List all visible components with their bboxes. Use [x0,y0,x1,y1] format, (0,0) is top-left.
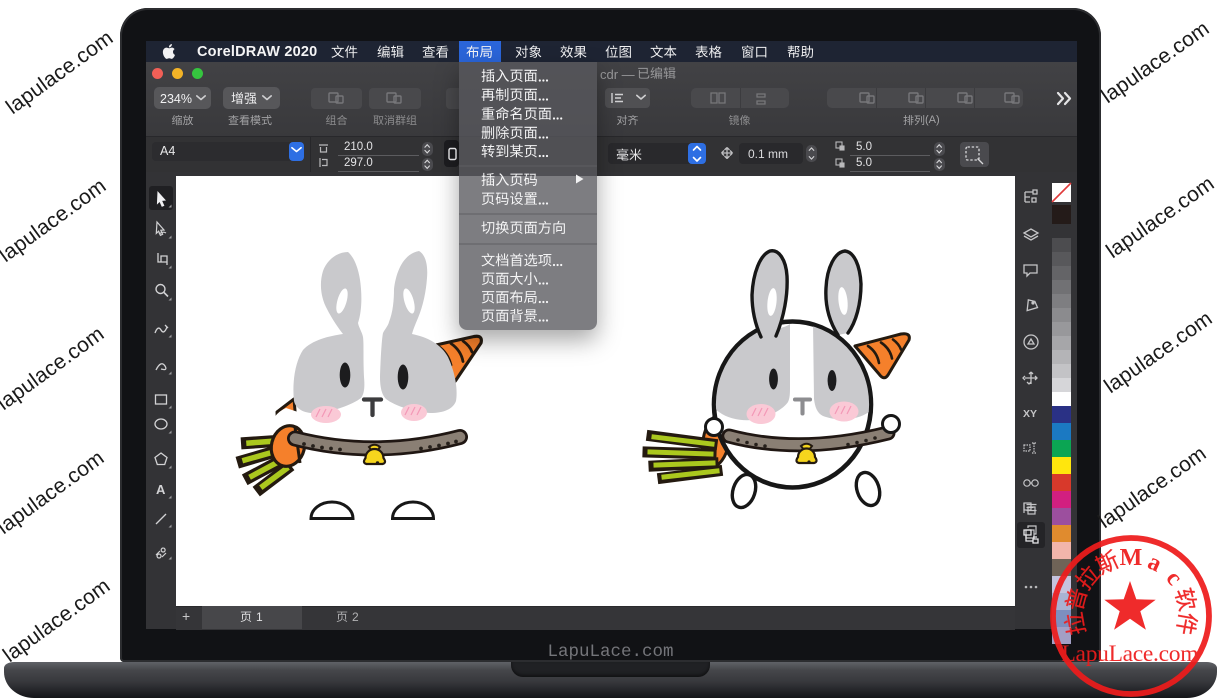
svg-text:a: a [1144,549,1166,578]
svg-text:c: c [1161,566,1188,591]
svg-text:LapuLace.com: LapuLace.com [1062,641,1199,667]
svg-text:M: M [1120,545,1143,571]
